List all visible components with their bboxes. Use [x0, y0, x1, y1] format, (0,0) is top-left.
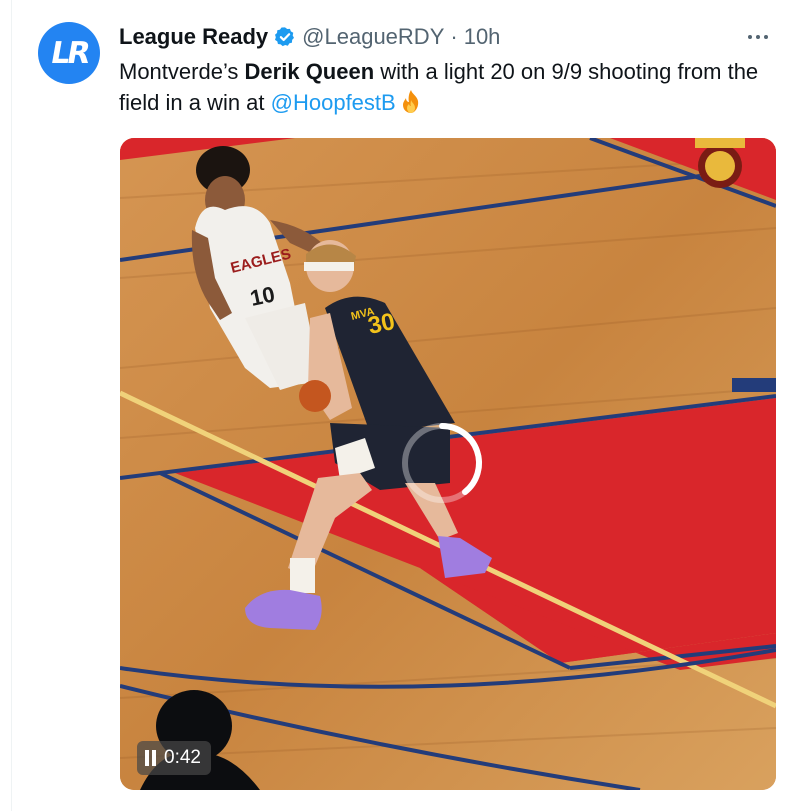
more-horizontal-icon	[748, 35, 768, 39]
author-name[interactable]: League Ready	[119, 24, 268, 50]
pause-icon[interactable]	[145, 750, 156, 766]
tweet-text-start: Montverde’s	[119, 59, 245, 84]
court-lane-mark	[732, 378, 776, 392]
tweet-body: Montverde’s Derik Queen with a light 20 …	[119, 56, 789, 118]
verified-badge-icon[interactable]	[274, 26, 296, 48]
tweet-text-player: Derik Queen	[244, 59, 375, 84]
video-timer-badge[interactable]: 0:42	[137, 741, 211, 775]
fire-icon	[399, 89, 423, 115]
column-divider	[11, 0, 12, 811]
mention-link[interactable]: @HoopfestB	[271, 90, 396, 115]
tweet-timestamp[interactable]: 10h	[464, 24, 501, 50]
tweet-video[interactable]: EAGLES 10 30 MVA 0:42	[120, 138, 776, 790]
author-handle[interactable]: @LeagueRDY	[302, 24, 444, 50]
tweet-header: League Ready @LeagueRDY · 10h	[119, 22, 500, 52]
more-options-button[interactable]	[742, 22, 774, 52]
white-jersey-number: 10	[248, 281, 277, 311]
video-frame: EAGLES 10 30 MVA	[120, 138, 776, 790]
video-time: 0:42	[164, 747, 201, 768]
tweet-card: LR League Ready @LeagueRDY · 10h Montver…	[0, 0, 800, 811]
meta-separator: ·	[450, 24, 458, 49]
league-ready-logo-icon: LR	[47, 35, 91, 71]
avatar[interactable]: LR	[38, 22, 100, 84]
